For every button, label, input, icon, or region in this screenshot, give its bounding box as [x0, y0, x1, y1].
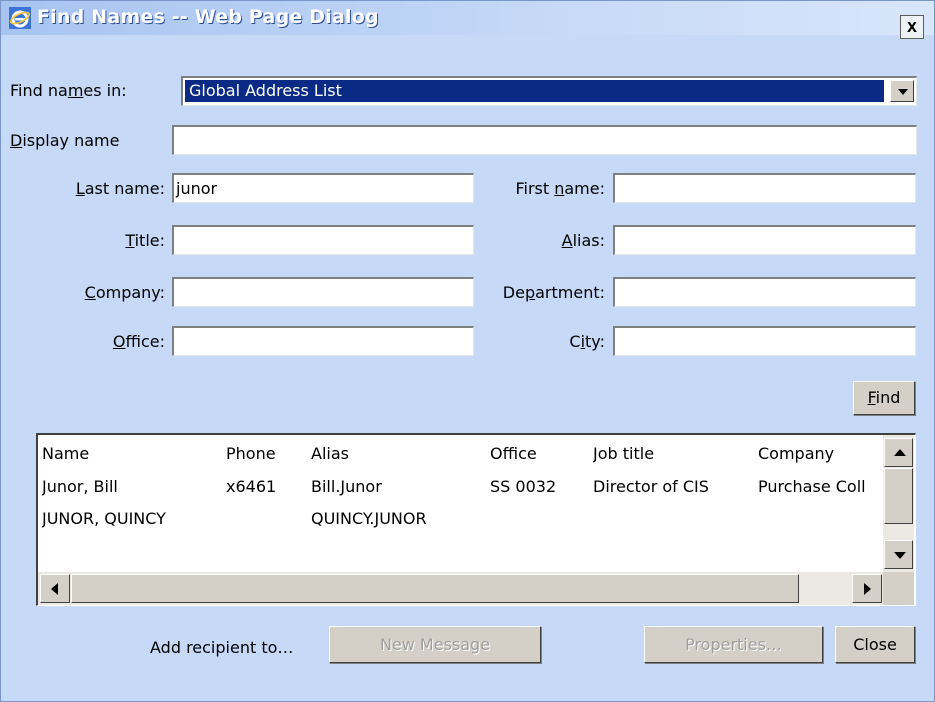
- last-name-field[interactable]: junor: [172, 173, 474, 203]
- find-button[interactable]: Find: [853, 381, 915, 415]
- first-name-field[interactable]: [613, 173, 916, 203]
- display-name-field[interactable]: [172, 125, 917, 155]
- column-header-phone[interactable]: Phone: [226, 444, 276, 463]
- dialog-title: Find Names -- Web Page Dialog: [37, 6, 379, 28]
- cell-name: Junor, Bill: [42, 477, 118, 496]
- close-button[interactable]: Close: [835, 626, 915, 663]
- scroll-right-icon[interactable]: [852, 574, 882, 603]
- find-names-dialog: Find Names -- Web Page Dialog x Find nam…: [0, 0, 935, 702]
- column-header-name[interactable]: Name: [42, 444, 89, 463]
- scroll-up-icon[interactable]: [884, 438, 913, 467]
- new-message-button[interactable]: New Message: [329, 626, 541, 663]
- cell-name: JUNOR, QUINCY: [42, 509, 166, 528]
- properties-button[interactable]: Properties…: [644, 626, 823, 663]
- cell-office: SS 0032: [490, 477, 557, 496]
- horizontal-scrollbar[interactable]: [38, 572, 883, 605]
- last-name-label: Last name:: [75, 179, 165, 198]
- close-icon[interactable]: x: [900, 15, 924, 39]
- column-header-alias[interactable]: Alias: [311, 444, 349, 463]
- column-header-office[interactable]: Office: [490, 444, 537, 463]
- scroll-left-icon[interactable]: [40, 574, 70, 603]
- alias-label: Alias:: [561, 231, 605, 250]
- horizontal-scroll-thumb[interactable]: [71, 574, 799, 603]
- ie-icon: [9, 7, 31, 29]
- city-label: City:: [569, 332, 605, 351]
- scrollbar-corner: [883, 572, 914, 605]
- find-in-label: Find names in:: [10, 81, 127, 100]
- dropdown-arrow-icon[interactable]: [890, 80, 914, 102]
- column-header-job-title[interactable]: Job title: [593, 444, 654, 463]
- department-label: Department:: [502, 283, 605, 302]
- table-row[interactable]: Junor, Bill x6461 Bill.Junor SS 0032 Dir…: [38, 473, 883, 503]
- company-label: Company:: [84, 283, 165, 302]
- vertical-scroll-thumb[interactable]: [884, 468, 913, 524]
- office-field[interactable]: [172, 326, 474, 356]
- first-name-label: First name:: [515, 179, 605, 198]
- title-field[interactable]: [172, 225, 474, 255]
- results-header: Name Phone Alias Office Job title Compan…: [38, 435, 883, 469]
- cell-alias: QUINCY.JUNOR: [311, 509, 427, 528]
- cell-company: Purchase Coll: [758, 477, 866, 496]
- department-field[interactable]: [613, 277, 916, 307]
- company-field[interactable]: [172, 277, 474, 307]
- find-in-selected-value: Global Address List: [185, 80, 884, 102]
- vertical-scrollbar[interactable]: [883, 435, 914, 572]
- city-field[interactable]: [613, 326, 916, 356]
- display-name-label: Display name: [10, 131, 120, 150]
- title-label: Title:: [125, 231, 165, 250]
- results-list[interactable]: Name Phone Alias Office Job title Compan…: [36, 433, 916, 606]
- alias-field[interactable]: [613, 225, 916, 255]
- office-label: Office:: [112, 332, 165, 351]
- column-header-company[interactable]: Company: [758, 444, 883, 463]
- scroll-down-icon[interactable]: [884, 540, 913, 569]
- cell-phone: x6461: [226, 477, 277, 496]
- find-in-select[interactable]: Global Address List: [181, 76, 917, 106]
- table-row[interactable]: JUNOR, QUINCY QUINCY.JUNOR: [38, 505, 883, 535]
- title-bar: Find Names -- Web Page Dialog x: [1, 1, 934, 39]
- cell-alias: Bill.Junor: [311, 477, 382, 496]
- add-recipient-label: Add recipient to…: [150, 638, 294, 657]
- cell-job-title: Director of CIS: [593, 477, 709, 496]
